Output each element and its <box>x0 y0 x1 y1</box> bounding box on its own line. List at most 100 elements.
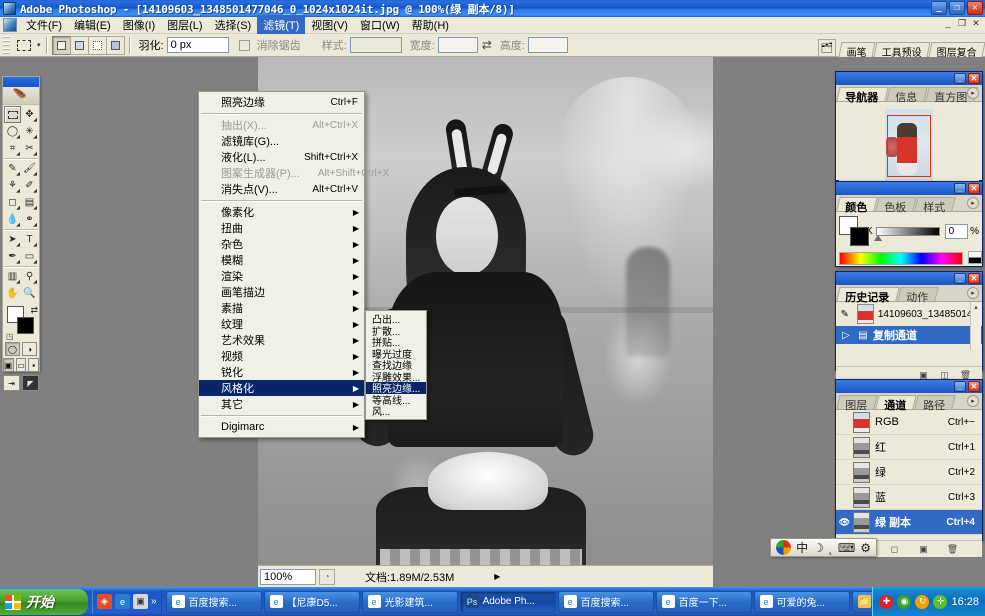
fullscreen-mode-button[interactable]: ▪ <box>28 358 39 372</box>
k-channel-value[interactable]: 0 <box>945 224 968 239</box>
black-white-swatch[interactable] <box>968 251 982 264</box>
ime-logo-icon[interactable] <box>776 540 791 555</box>
palette-background-swatch[interactable] <box>850 227 869 246</box>
tool-type[interactable]: T◢ <box>21 231 38 248</box>
channels-close-button[interactable]: ✕ <box>968 381 980 392</box>
menu-item-sketch[interactable]: 素描▶ <box>199 300 364 316</box>
taskbar-clock[interactable]: 16:28 <box>951 596 979 608</box>
swap-dimensions-icon[interactable]: ⇄ <box>482 38 492 52</box>
tool-lasso[interactable]: ◯◢ <box>4 123 21 140</box>
tool-move[interactable]: ✥◢ <box>21 106 38 123</box>
tab-history[interactable]: 历史记录 <box>836 287 899 301</box>
well-tab-layer-comps[interactable]: 图层复合 <box>928 42 985 57</box>
active-tool-icon[interactable] <box>13 36 35 55</box>
menu-filter[interactable]: 滤镜(T) <box>257 15 305 35</box>
task-button[interactable]: e 百度一下... <box>656 591 752 613</box>
channel-visibility-icon[interactable]: 👁 <box>836 517 853 528</box>
ime-punctuation-icon[interactable]: ˛ <box>829 541 833 555</box>
navigator-thumbnail-area[interactable] <box>839 105 979 191</box>
channel-row-blue[interactable]: 蓝 Ctrl+3 <box>836 485 982 510</box>
menu-item-stylize[interactable]: 风格化▶ <box>199 380 364 396</box>
tool-preset-chevron-icon[interactable]: ▾ <box>37 41 41 49</box>
width-input[interactable] <box>438 37 478 53</box>
task-button-active[interactable]: Ps Adobe Ph... <box>460 591 556 613</box>
tab-actions[interactable]: 动作 <box>897 287 938 301</box>
ie-icon[interactable]: e <box>115 594 130 609</box>
menu-item-texture[interactable]: 纹理▶ <box>199 316 364 332</box>
menu-help[interactable]: 帮助(H) <box>406 15 455 35</box>
tool-dodge[interactable]: ⚭◢ <box>21 211 38 228</box>
tab-navigator[interactable]: 导航器 <box>836 87 888 101</box>
history-state-row[interactable]: ▷ ▤ 复制通道 <box>836 326 982 344</box>
quick-mask-mode-button[interactable]: ◑ <box>22 342 37 356</box>
history-close-button[interactable]: ✕ <box>968 273 980 284</box>
tab-info[interactable]: 信息 <box>886 87 927 101</box>
zoom-level-input[interactable]: 100% <box>260 569 316 585</box>
feather-input[interactable]: 0 px <box>167 37 229 53</box>
tool-magic-wand[interactable]: ✳◢ <box>21 123 38 140</box>
start-button[interactable]: 开始 <box>0 589 88 615</box>
tab-channels[interactable]: 通道 <box>875 395 916 409</box>
menu-item-render[interactable]: 渲染▶ <box>199 268 364 284</box>
navigator-palette-menu-icon[interactable]: ▸ <box>967 87 979 99</box>
tab-swatches[interactable]: 色板 <box>875 197 916 211</box>
update-icon[interactable]: ↻ <box>915 595 929 609</box>
add-to-selection-button[interactable] <box>70 36 89 55</box>
menu-item-last-filter[interactable]: 照亮边缘 Ctrl+F <box>199 94 364 110</box>
tool-notes[interactable]: ▥◢ <box>4 268 21 285</box>
ime-chinese-mode-icon[interactable]: 中 <box>796 539 808 556</box>
status-menu-arrow-icon[interactable]: ▶ <box>494 572 500 581</box>
imageready-icon[interactable]: ◤ <box>22 375 39 391</box>
doc-restore-button[interactable]: ❐ <box>956 18 968 29</box>
fullscreen-menubar-mode-button[interactable]: ▭ <box>16 358 27 372</box>
jump-to-imageready-button[interactable]: ⇥ <box>3 375 20 391</box>
default-colors-icon[interactable]: ◳ <box>6 332 14 341</box>
well-tab-brushes[interactable]: 画笔 <box>838 42 875 57</box>
tool-path-selection[interactable]: ➤◢ <box>4 231 21 248</box>
history-snapshot-row[interactable]: ✎ 14109603_134850147704... <box>836 302 982 326</box>
plus-icon[interactable]: ✛ <box>933 595 947 609</box>
show-desktop-icon[interactable]: ◈ <box>97 594 112 609</box>
close-button[interactable]: ✕ <box>967 1 983 15</box>
tab-paths[interactable]: 路径 <box>914 395 955 409</box>
restore-button[interactable]: ❐ <box>949 1 965 15</box>
color-palette-menu-icon[interactable]: ▸ <box>967 197 979 209</box>
channel-row-red[interactable]: 红 Ctrl+1 <box>836 435 982 460</box>
tool-pen[interactable]: ✒◢ <box>4 248 21 265</box>
file-browser-icon[interactable]: 🗂 <box>818 39 836 57</box>
ime-softkeyboard-icon[interactable]: ⌨ <box>838 541 855 555</box>
menu-item-noise[interactable]: 杂色▶ <box>199 236 364 252</box>
color-palette-titlebar[interactable]: _ ✕ <box>836 182 982 195</box>
status-preview-icon[interactable]: ◔ <box>319 569 335 585</box>
task-button[interactable]: e 光影建筑... <box>362 591 458 613</box>
channels-minimize-button[interactable]: _ <box>954 381 966 392</box>
channel-row-green[interactable]: 绿 Ctrl+2 <box>836 460 982 485</box>
tool-crop[interactable]: ⌗◢ <box>4 140 21 157</box>
tool-gradient[interactable]: ▤◢ <box>21 194 38 211</box>
menu-item-sharpen[interactable]: 锐化▶ <box>199 364 364 380</box>
menu-edit[interactable]: 编辑(E) <box>68 15 117 35</box>
menu-item-liquify[interactable]: 液化(L)... Shift+Ctrl+X <box>199 149 364 165</box>
task-button[interactable]: 📁 调焦照片 <box>852 591 873 613</box>
tool-clone-stamp[interactable]: ⚘◢ <box>4 177 21 194</box>
scroll-up-icon[interactable]: ▲ <box>971 302 981 313</box>
channel-row-green-copy[interactable]: 👁 绿 副本 Ctrl+4 <box>836 510 982 535</box>
history-scrollbar[interactable]: ▲ <box>970 302 981 350</box>
doc-minimize-button[interactable]: _ <box>942 18 954 29</box>
menu-item-blur[interactable]: 模糊▶ <box>199 252 364 268</box>
save-as-channel-icon[interactable]: ◻ <box>888 543 901 556</box>
tool-rectangular-marquee[interactable] <box>4 106 21 123</box>
navigator-view-box[interactable] <box>887 115 931 177</box>
color-close-button[interactable]: ✕ <box>968 183 980 194</box>
tab-layers[interactable]: 图层 <box>836 395 877 409</box>
navigator-close-button[interactable]: ✕ <box>968 73 980 84</box>
history-palette-titlebar[interactable]: _ ✕ <box>836 272 982 285</box>
ime-settings-gear-icon[interactable]: ⚙ <box>860 541 871 555</box>
menu-item-brush-strokes[interactable]: 画笔描边▶ <box>199 284 364 300</box>
history-minimize-button[interactable]: _ <box>954 273 966 284</box>
task-button[interactable]: e 【尼康D5... <box>264 591 360 613</box>
navigator-minimize-button[interactable]: _ <box>954 73 966 84</box>
standard-screen-mode-button[interactable]: ▣ <box>3 358 14 372</box>
task-button[interactable]: e 百度搜索... <box>166 591 262 613</box>
doc-close-button[interactable]: ✕ <box>970 18 982 29</box>
